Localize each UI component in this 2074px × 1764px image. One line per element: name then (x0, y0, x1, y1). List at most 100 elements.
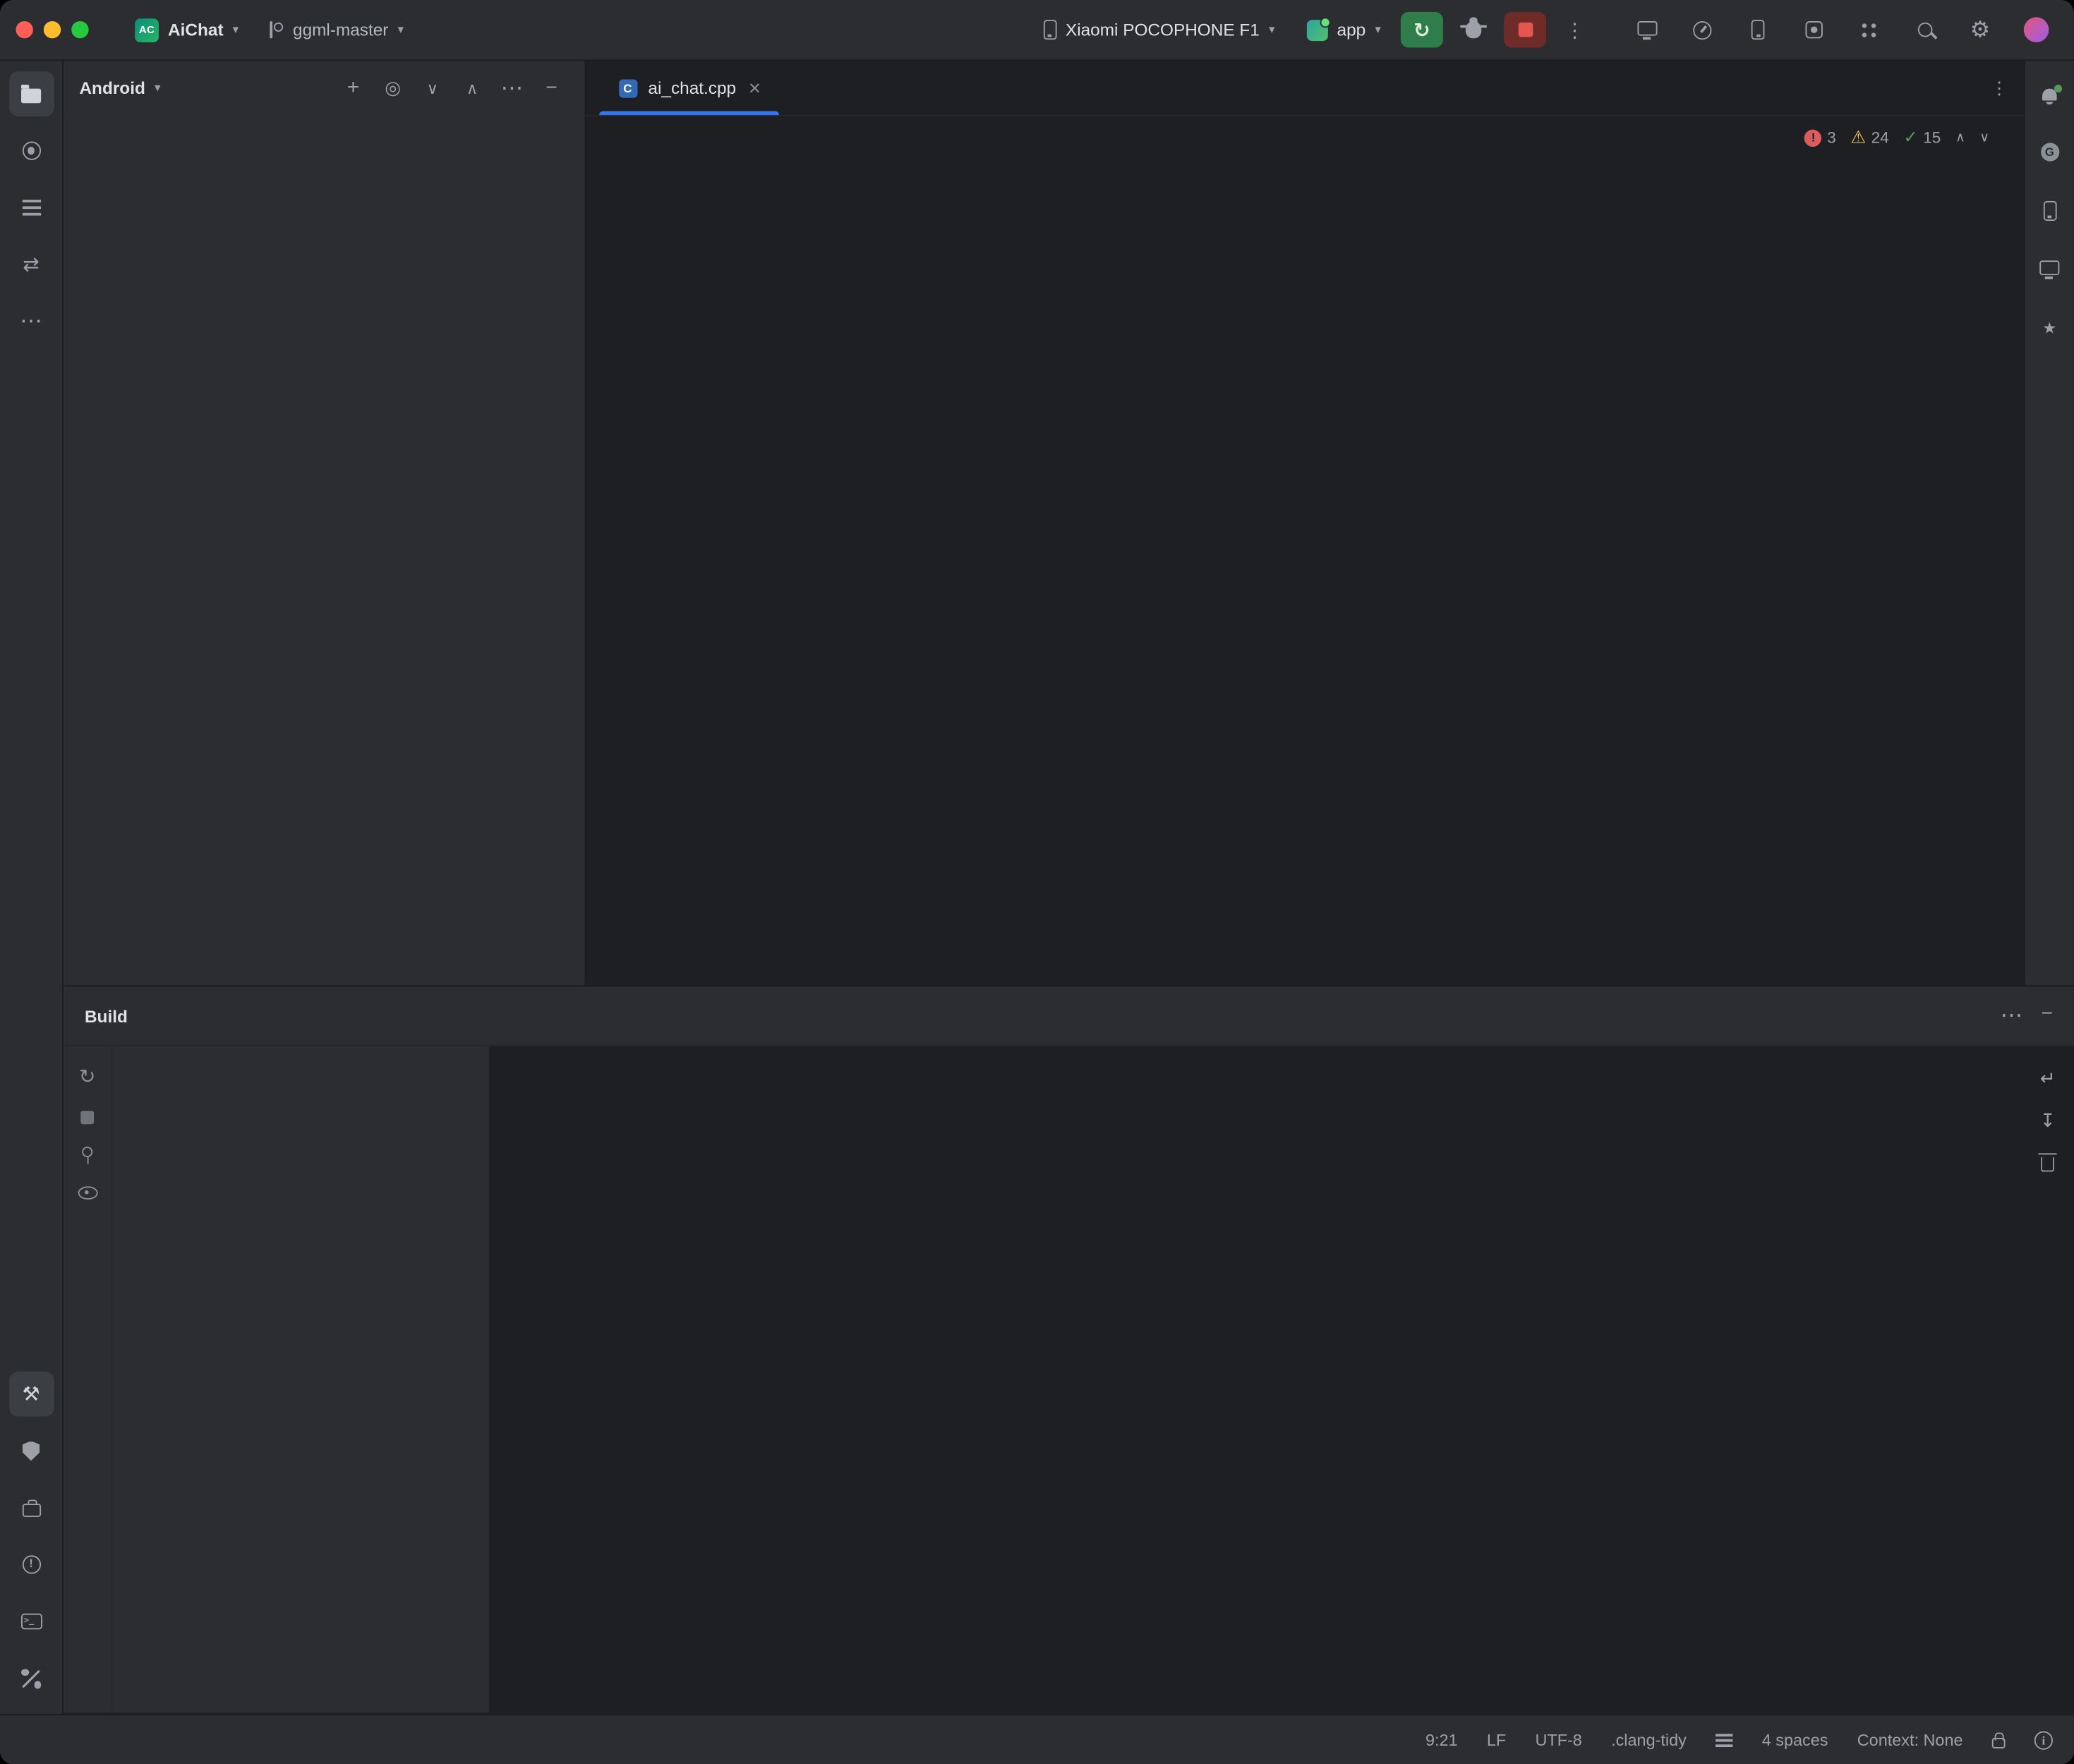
notifications-button[interactable] (2027, 71, 2072, 116)
build-icon (22, 1382, 40, 1406)
settings-button[interactable] (1958, 10, 2003, 49)
app-inspection-button[interactable] (1791, 10, 1836, 49)
project-view-mode[interactable]: Android (79, 78, 145, 98)
ai-context-widget[interactable]: Context: None (1857, 1731, 1963, 1749)
inspections-widget[interactable]: ! 3 ⚠ 24 ✓ 15 ∧ ∨ (1804, 127, 1989, 148)
eye-icon (78, 1186, 97, 1200)
more-tools-button[interactable] (1847, 10, 1892, 49)
more-button[interactable] (8, 299, 54, 344)
more-button[interactable] (495, 71, 529, 105)
project-widget[interactable]: AC AiChat ▾ (123, 13, 251, 47)
left-strip-top (8, 71, 54, 344)
project-panel-header: Android ▾ (64, 61, 584, 116)
more-icon (20, 308, 42, 334)
branch-widget[interactable]: ggml-master ▾ (256, 15, 416, 45)
project-button[interactable] (8, 71, 54, 116)
hide-icon (545, 77, 557, 99)
build-variants-icon (22, 1504, 40, 1517)
add-button[interactable] (336, 71, 370, 105)
maximize-window-button[interactable] (71, 21, 88, 38)
structure-button[interactable] (8, 185, 54, 230)
build-button[interactable] (8, 1372, 54, 1417)
expand-all-button[interactable] (416, 71, 450, 105)
terminal-icon (20, 1614, 42, 1629)
hide-button[interactable] (2042, 1003, 2053, 1029)
debug-button[interactable] (1451, 10, 1496, 49)
run-config-name: app (1337, 20, 1366, 40)
status-bar-widgets: 9:21 LF UTF-8 .clang-tidy 4 spaces Conte… (1425, 1731, 2053, 1749)
chevron-down-icon: ▾ (1269, 23, 1274, 37)
scroll-to-end-button[interactable] (2040, 1110, 2056, 1132)
pin-button[interactable] (82, 1147, 92, 1164)
formatter-widget[interactable] (1716, 1733, 1732, 1746)
indent-style[interactable]: 4 spaces (1762, 1731, 1828, 1749)
device-selector[interactable]: Xiaomi POCOPHONE F1 ▾ (1031, 15, 1286, 45)
titlebar-tools (1624, 10, 2058, 49)
profiler-icon (1693, 20, 1711, 39)
editor-tab-ai-chat-cpp[interactable]: ai_chat.cpp ✕ (599, 61, 778, 115)
warning-count[interactable]: ⚠ 24 (1850, 127, 1888, 148)
clang-tidy-widget[interactable]: .clang-tidy (1611, 1731, 1687, 1749)
more-tools-icon (1861, 22, 1876, 37)
passed-count[interactable]: ✓ 15 (1903, 127, 1941, 148)
terminal-button[interactable] (8, 1599, 54, 1644)
editor-options-button[interactable]: ⋮ (1991, 78, 2008, 99)
project-tree (64, 116, 584, 985)
search-button[interactable] (1902, 10, 1947, 49)
commit-button[interactable] (8, 128, 54, 174)
file-encoding[interactable]: UTF-8 (1535, 1731, 1581, 1749)
stop-button[interactable] (80, 1111, 94, 1124)
scroll-to-end-icon (2040, 1110, 2056, 1132)
stop-button[interactable] (1504, 12, 1546, 48)
problems-button[interactable] (8, 1542, 54, 1588)
status-info-widget[interactable]: i (2034, 1731, 2053, 1749)
running-devices-panel-button[interactable] (2027, 246, 2072, 291)
sync-refresh-button[interactable] (79, 1065, 96, 1089)
prev-problem-button[interactable]: ∧ (1955, 131, 1965, 145)
caret-position[interactable]: 9:21 (1425, 1731, 1458, 1749)
build-window-title: Build (85, 1005, 128, 1025)
project-name: AiChat (168, 20, 224, 40)
left-tool-strip (0, 61, 64, 1714)
build-body (64, 1046, 2074, 1713)
more-run-options-button[interactable]: ⋮ (1554, 18, 1595, 42)
version-control-icon (23, 1669, 40, 1686)
device-name: Xiaomi POCOPHONE F1 (1066, 20, 1260, 40)
app-quality-insights-button[interactable] (8, 1428, 54, 1473)
ai-assistant-button[interactable] (2027, 304, 2072, 349)
device-explorer-button[interactable] (2027, 188, 2072, 233)
locate-button[interactable] (375, 71, 410, 105)
close-window-button[interactable] (16, 21, 32, 38)
collapse-all-button[interactable] (455, 71, 490, 105)
passed-count-label: 15 (1923, 128, 1941, 147)
more-button[interactable] (2000, 1003, 2022, 1029)
next-problem-button[interactable]: ∨ (1979, 131, 1989, 145)
gradle-button[interactable] (2027, 130, 2072, 175)
rerun-button[interactable]: ↻ (1401, 12, 1443, 48)
minimize-window-button[interactable] (44, 21, 61, 38)
running-devices-button[interactable] (1624, 10, 1670, 49)
build-tree (112, 1046, 489, 1713)
error-stripe[interactable] (2006, 116, 2024, 985)
code-editor[interactable]: ! 3 ⚠ 24 ✓ 15 ∧ ∨ (586, 116, 2023, 985)
stop-icon (80, 1111, 94, 1124)
build-console[interactable] (490, 1046, 2074, 1713)
error-count[interactable]: ! 3 (1804, 128, 1835, 147)
eye-button[interactable] (78, 1186, 97, 1200)
running-devices-icon (1637, 21, 1657, 36)
close-tab-icon[interactable]: ✕ (748, 79, 761, 97)
soft-wrap-button[interactable] (2040, 1068, 2056, 1090)
device-manager-button[interactable] (1735, 10, 1780, 49)
build-variants-button[interactable] (8, 1485, 54, 1530)
run-config-selector[interactable]: app ▾ (1295, 14, 1393, 46)
problems-icon (22, 1555, 40, 1573)
clear-all-button[interactable] (2041, 1152, 2054, 1172)
lock-widget[interactable] (1992, 1732, 2006, 1747)
profiler-button[interactable] (1680, 10, 1725, 49)
pull-requests-button[interactable] (8, 242, 54, 287)
project-tool-window: Android ▾ (64, 61, 586, 985)
line-separator[interactable]: LF (1487, 1731, 1506, 1749)
hide-button[interactable] (534, 71, 569, 105)
version-control-button[interactable] (8, 1656, 54, 1701)
user-avatar-button[interactable] (2013, 10, 2058, 49)
